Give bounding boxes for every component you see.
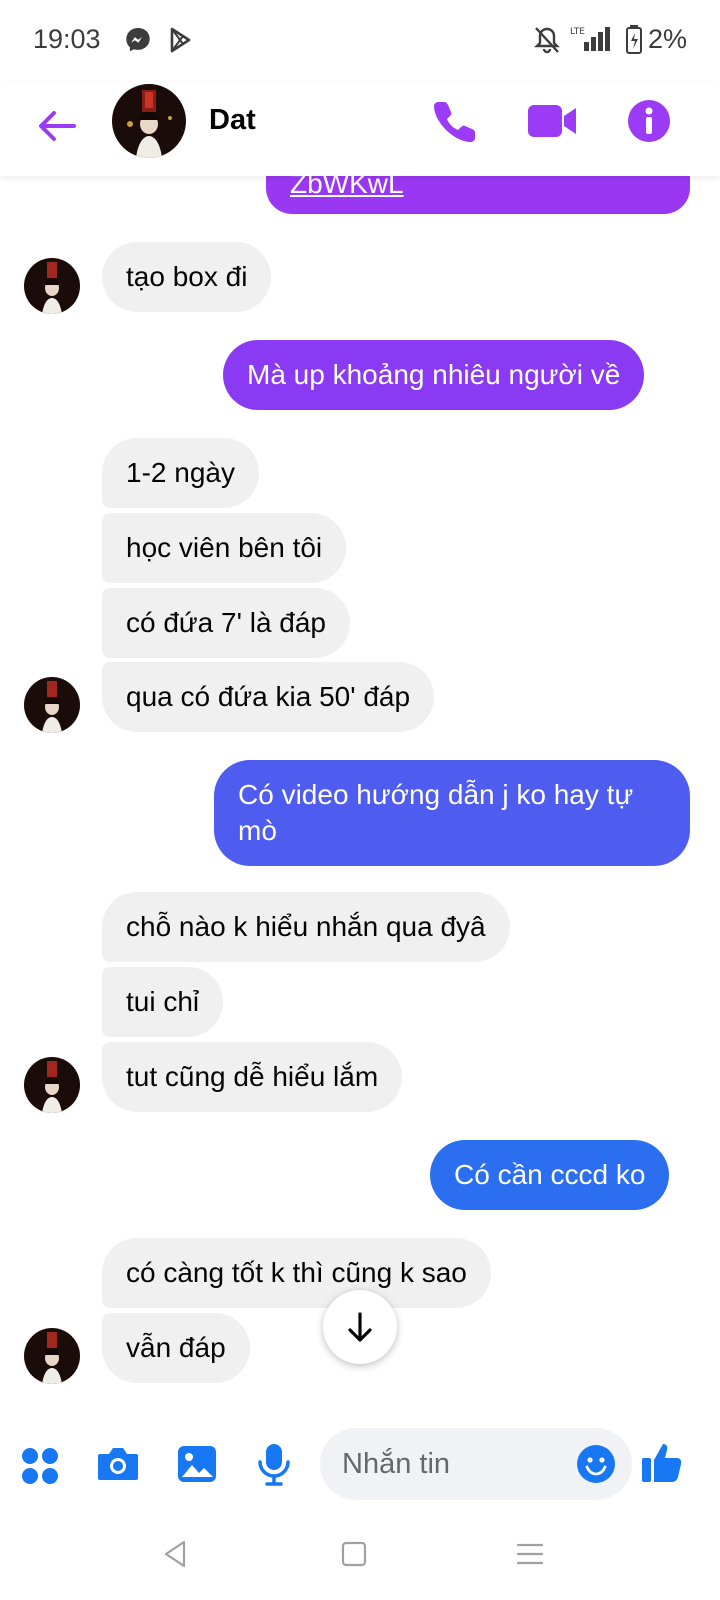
message-bubble-received[interactable]: chỗ nào k hiểu nhắn qua đyâ xyxy=(102,892,510,962)
battery-percent: 2% xyxy=(648,24,688,54)
message-bubble-sent[interactable]: Mà up khoảng nhiêu người về xyxy=(223,340,645,410)
messenger-notification-icon xyxy=(126,28,150,52)
muted-bell-icon xyxy=(534,27,560,54)
message-bubble-received[interactable]: học viên bên tôi xyxy=(102,513,347,583)
info-icon[interactable] xyxy=(626,98,672,144)
message-composer xyxy=(0,1408,720,1528)
arrow-down-icon xyxy=(348,1312,372,1342)
status-time: 19:03 xyxy=(33,24,101,54)
message-bubble-sent[interactable]: Có cần cccd ko xyxy=(430,1140,670,1210)
message-bubble-received[interactable]: có đứa 7' là đáp xyxy=(102,588,351,658)
video-camera-icon[interactable] xyxy=(526,100,578,142)
message-link[interactable]: ZbWKwL xyxy=(290,176,404,202)
message-bubble-received[interactable]: qua có đứa kia 50' đáp xyxy=(102,662,435,732)
arrow-left-icon[interactable] xyxy=(34,104,78,148)
message-bubble-received[interactable]: có càng tốt k thì cũng k sao xyxy=(102,1238,491,1308)
battery-icon xyxy=(626,25,642,54)
message-bubble-received[interactable]: vẫn đáp xyxy=(102,1313,250,1383)
sender-avatar[interactable] xyxy=(24,1328,80,1384)
camera-icon[interactable] xyxy=(96,1444,140,1484)
sender-avatar[interactable] xyxy=(24,1057,80,1113)
message-bubble-sent[interactable]: Có video hướng dẫn j ko hay tự mò xyxy=(214,760,690,866)
message-bubble-received[interactable]: tui chỉ xyxy=(102,967,224,1037)
message-bubble-received[interactable]: tạo box đi xyxy=(102,242,272,312)
scroll-to-bottom-button[interactable] xyxy=(323,1290,397,1364)
status-bar: 19:03 LTE 2% xyxy=(0,0,720,82)
phone-icon[interactable] xyxy=(432,98,478,144)
nav-home-icon[interactable] xyxy=(340,1540,368,1568)
lte-signal-icon: LTE xyxy=(570,27,610,51)
message-bubble-sent[interactable]: ZbWKwL xyxy=(266,176,690,214)
sender-avatar[interactable] xyxy=(24,677,80,733)
thumbs-up-icon[interactable] xyxy=(640,1440,684,1484)
microphone-icon[interactable] xyxy=(256,1442,292,1486)
contact-avatar[interactable] xyxy=(112,84,186,158)
message-bubble-received[interactable]: tut cũng dễ hiểu lắm xyxy=(102,1042,403,1112)
message-input[interactable] xyxy=(342,1428,562,1500)
message-list[interactable]: ZbWKwL tạo box đi Mà up khoảng nhiêu ngư… xyxy=(0,176,720,1408)
message-input-container[interactable] xyxy=(320,1428,632,1500)
grid-dots-icon[interactable] xyxy=(20,1446,60,1486)
message-bubble-received[interactable]: 1-2 ngày xyxy=(102,438,259,508)
nav-back-icon[interactable] xyxy=(160,1539,190,1569)
sender-avatar[interactable] xyxy=(24,258,80,314)
image-icon[interactable] xyxy=(176,1444,218,1484)
play-store-icon xyxy=(170,27,191,53)
system-navigation-bar xyxy=(0,1528,720,1600)
chat-header: Dat xyxy=(0,82,720,176)
smiley-icon[interactable] xyxy=(576,1444,616,1484)
svg-text:LTE: LTE xyxy=(570,27,585,37)
contact-name[interactable]: Dat xyxy=(209,104,256,137)
nav-menu-icon[interactable] xyxy=(515,1540,545,1568)
